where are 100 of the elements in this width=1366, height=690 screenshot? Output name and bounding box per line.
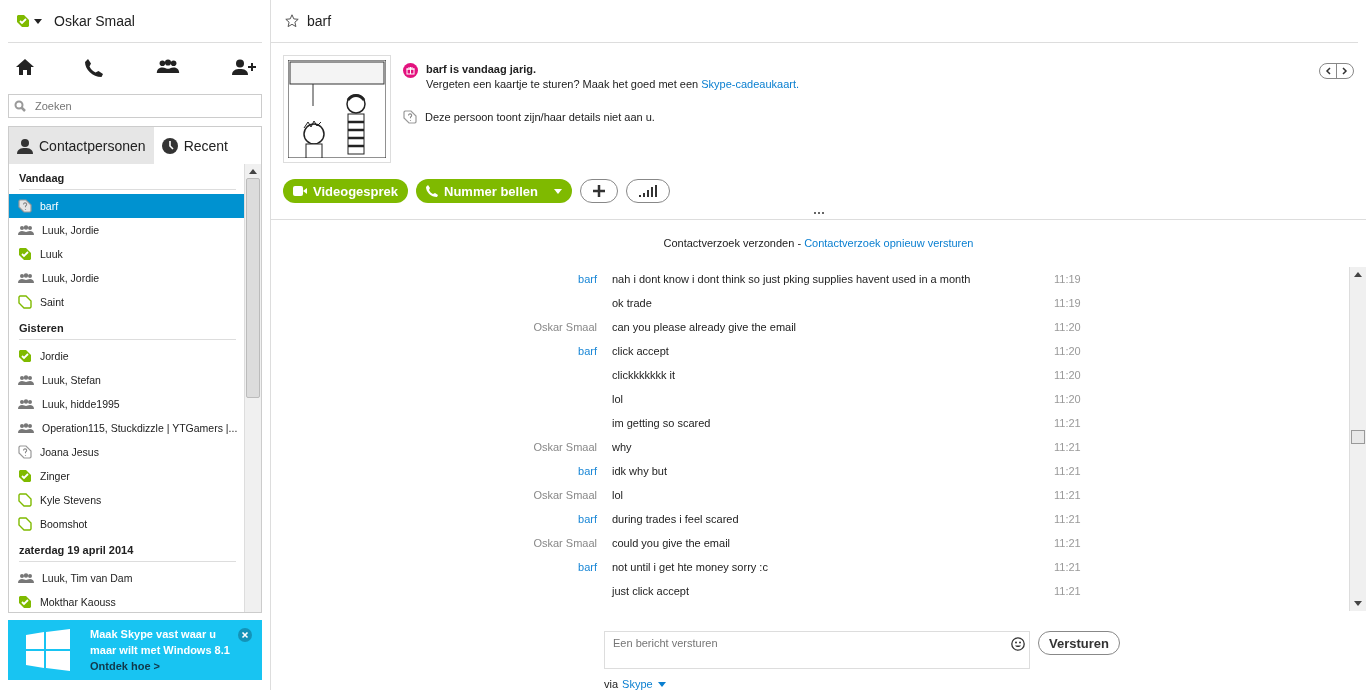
caret-icon[interactable] xyxy=(34,18,42,24)
message-field[interactable]: Een bericht versturen xyxy=(604,631,1030,669)
message-text: clickkkkkkk it xyxy=(612,369,676,381)
close-button[interactable] xyxy=(238,628,252,642)
windows-logo-icon xyxy=(26,629,70,671)
plus-icon xyxy=(592,185,605,197)
scroll-up-icon[interactable] xyxy=(249,169,257,174)
promo-banner[interactable]: Maak Skype vast waar u maar wilt met Windows 8.1 Ontdek hoe > xyxy=(8,620,262,680)
sender-name: barf xyxy=(577,345,597,357)
sender-name: Oskar Smaal xyxy=(532,489,597,501)
message-time: 11:19 xyxy=(1054,273,1082,285)
resize-handle-icon[interactable] xyxy=(813,212,824,214)
group-icon xyxy=(18,573,34,583)
person-icon xyxy=(17,137,33,154)
call-quality-button[interactable] xyxy=(625,179,670,203)
message-time: 11:20 xyxy=(1054,369,1082,381)
section-heading: zaterdag 19 april 2014 xyxy=(19,536,236,562)
conversation-title: barf xyxy=(307,13,332,29)
online-status-icon xyxy=(16,14,30,28)
unknown-status-icon xyxy=(18,445,32,459)
message-text: could you give the email xyxy=(612,537,731,549)
offline-status-icon xyxy=(18,493,32,507)
contact-item[interactable]: Luuk xyxy=(9,242,244,266)
group-icon xyxy=(18,225,34,235)
request-status: Contactverzoek verzonden - Contactverzoek opnieuw versturen xyxy=(663,237,974,249)
video-camera-icon xyxy=(293,186,307,196)
add-button[interactable] xyxy=(579,179,618,203)
contact-item[interactable]: Saint xyxy=(9,290,244,314)
group-icon xyxy=(18,399,34,409)
phone-icon[interactable] xyxy=(85,59,104,77)
send-button[interactable]: Versturen xyxy=(1038,631,1120,655)
contact-item[interactable]: Mokthar Kaouss xyxy=(9,590,244,612)
unknown-status-icon xyxy=(403,110,417,124)
contact-item[interactable]: Luuk, hidde1995 xyxy=(9,392,244,416)
contact-item[interactable]: Luuk, Tim van Dam xyxy=(9,566,244,590)
contact-item[interactable]: Luuk, Jordie xyxy=(9,266,244,290)
scrollbar-thumb[interactable] xyxy=(246,178,260,398)
message-time: 11:21 xyxy=(1054,465,1082,477)
contact-item[interactable]: Luuk, Jordie xyxy=(9,218,244,242)
message-time: 11:21 xyxy=(1054,513,1082,525)
group-icon[interactable] xyxy=(154,59,181,73)
privacy-notice: Deze persoon toont zijn/haar details niet aan u. xyxy=(425,111,655,123)
message-time: 11:21 xyxy=(1054,417,1082,429)
star-icon[interactable] xyxy=(285,14,299,28)
promo-text: maar wilt met Windows 8.1 xyxy=(90,643,230,658)
contact-item[interactable]: Luuk, Stefan xyxy=(9,368,244,392)
scrollbar-thumb[interactable] xyxy=(1351,429,1365,444)
add-contact-icon[interactable] xyxy=(232,59,256,75)
message-text: just click accept xyxy=(612,585,691,597)
tab[interactable]: Contactpersonen xyxy=(9,127,154,164)
search-icon xyxy=(14,100,26,112)
message-time: 11:21 xyxy=(1054,489,1082,501)
contact-item[interactable]: Jordie xyxy=(9,344,244,368)
message-time: 11:21 xyxy=(1054,441,1082,453)
search-field[interactable]: Zoeken xyxy=(8,94,262,118)
section-heading: Vandaag xyxy=(19,164,236,190)
gift-icon xyxy=(403,63,418,78)
message-time: 11:20 xyxy=(1054,345,1082,357)
contact-item[interactable]: Operation115, Stuckdizzle | YTGamers |... xyxy=(9,416,244,440)
promo-text: Maak Skype vast waar u xyxy=(90,627,217,642)
contact-item[interactable]: Zinger xyxy=(9,464,244,488)
online-status-icon xyxy=(18,349,32,363)
unknown-status-icon xyxy=(18,199,32,213)
message-time: 11:21 xyxy=(1054,537,1082,549)
promo-link[interactable]: Ontdek hoe > xyxy=(90,658,230,674)
emoji-icon[interactable] xyxy=(1011,637,1025,651)
chevron-right-icon xyxy=(1342,67,1348,75)
online-status-icon xyxy=(18,595,32,609)
message-text: idk why but xyxy=(612,465,669,477)
message-text: nah i dont know i dont think so just pking supplies havent used in a month xyxy=(612,273,972,285)
group-icon xyxy=(18,375,34,385)
online-status-icon xyxy=(18,469,32,483)
sender-name: Oskar Smaal xyxy=(532,537,597,549)
scroll-up-icon[interactable] xyxy=(1354,272,1362,277)
birthday-title: barf is vandaag jarig. xyxy=(426,63,538,75)
offline-status-icon xyxy=(18,295,32,309)
offline-status-icon xyxy=(18,517,32,531)
scroll-down-icon[interactable] xyxy=(1354,601,1362,606)
contact-item[interactable]: Boomshot xyxy=(9,512,244,536)
contact-item[interactable]: Kyle Stevens xyxy=(9,488,244,512)
group-icon xyxy=(18,273,34,283)
resend-request-link[interactable]: Contactverzoek opnieuw versturen xyxy=(804,237,974,249)
service-selector[interactable]: Skype xyxy=(622,678,666,690)
contact-item[interactable]: Joana Jesus xyxy=(9,440,244,464)
message-text: lol xyxy=(612,489,624,501)
message-text: click accept xyxy=(612,345,670,357)
sender-name: Oskar Smaal xyxy=(532,321,597,333)
caret-icon xyxy=(553,188,562,194)
home-icon[interactable] xyxy=(16,59,34,75)
message-text: not until i get hte money sorry :c xyxy=(612,561,769,573)
sender-name: barf xyxy=(577,513,597,525)
status-menu[interactable] xyxy=(16,14,42,28)
message-text: lol xyxy=(612,393,624,405)
message-time: 11:20 xyxy=(1054,393,1082,405)
account-name: Oskar Smaal xyxy=(54,13,135,29)
message-text: why xyxy=(612,441,633,453)
section-heading: Gisteren xyxy=(19,314,236,340)
via-label: via xyxy=(604,678,619,690)
gift-card-link[interactable]: Skype-cadeaukaart. xyxy=(701,78,800,90)
signal-bars-icon xyxy=(638,185,657,197)
